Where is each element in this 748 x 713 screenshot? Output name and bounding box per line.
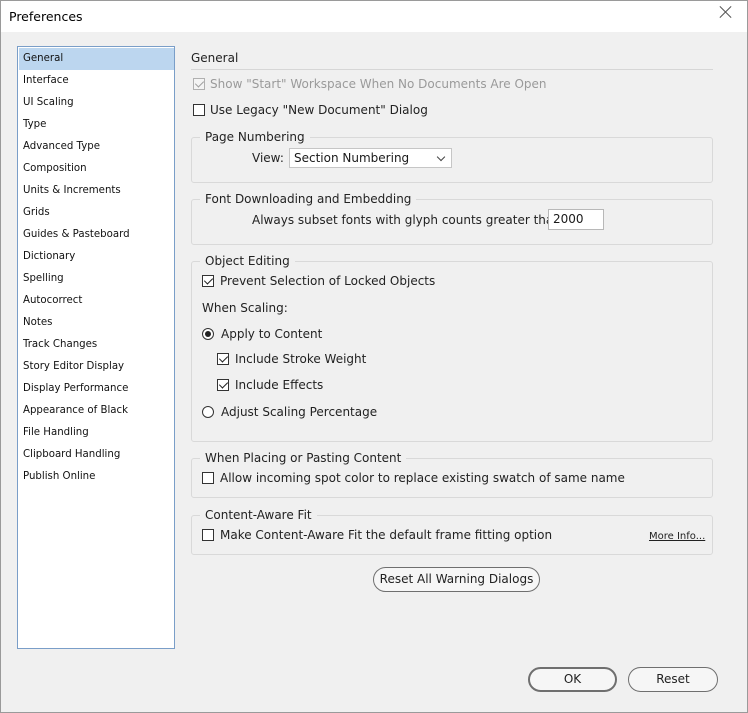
content-aware-default-checkbox[interactable]: [202, 529, 214, 541]
glyph-count-input[interactable]: 2000: [548, 209, 604, 230]
sidebar-item-general[interactable]: General: [19, 48, 174, 70]
content-aware-legend: Content-Aware Fit: [200, 508, 317, 522]
use-legacy-new-doc-label: Use Legacy "New Document" Dialog: [210, 103, 428, 117]
window-title: Preferences: [9, 9, 83, 24]
content-aware-default-label: Make Content-Aware Fit the default frame…: [220, 528, 553, 542]
title-bar: Preferences: [1, 1, 747, 32]
sidebar-item-interface[interactable]: Interface: [19, 70, 174, 92]
reset-button[interactable]: Reset: [628, 667, 718, 692]
apply-to-content-label: Apply to Content: [221, 327, 323, 341]
sidebar-item-track-changes[interactable]: Track Changes: [19, 334, 174, 356]
prevent-locked-label: Prevent Selection of Locked Objects: [220, 274, 436, 288]
preferences-dialog: Preferences General Interface UI Scaling…: [0, 0, 748, 713]
spot-color-label: Allow incoming spot color to replace exi…: [220, 471, 625, 485]
close-icon[interactable]: [719, 5, 733, 19]
view-select[interactable]: Section Numbering: [289, 148, 452, 168]
include-effects-checkbox[interactable]: [217, 379, 229, 391]
view-select-value: Section Numbering: [294, 151, 410, 165]
subset-fonts-label: Always subset fonts with glyph counts gr…: [252, 213, 565, 227]
sidebar-item-display-performance[interactable]: Display Performance: [19, 378, 174, 400]
sidebar-item-dictionary[interactable]: Dictionary: [19, 246, 174, 268]
sidebar-item-grids[interactable]: Grids: [19, 202, 174, 224]
placing-legend: When Placing or Pasting Content: [200, 451, 407, 465]
sidebar-item-units-increments[interactable]: Units & Increments: [19, 180, 174, 202]
reset-warning-dialogs-button[interactable]: Reset All Warning Dialogs: [373, 567, 540, 592]
sidebar-item-spelling[interactable]: Spelling: [19, 268, 174, 290]
view-label: View:: [252, 151, 284, 165]
prevent-locked-checkbox[interactable]: [202, 275, 214, 287]
font-downloading-legend: Font Downloading and Embedding: [200, 192, 417, 206]
sidebar-item-type[interactable]: Type: [19, 114, 174, 136]
sidebar-item-guides-pasteboard[interactable]: Guides & Pasteboard: [19, 224, 174, 246]
spot-color-checkbox[interactable]: [202, 472, 214, 484]
object-editing-legend: Object Editing: [200, 254, 295, 268]
sidebar-item-advanced-type[interactable]: Advanced Type: [19, 136, 174, 158]
more-info-link[interactable]: More Info...: [649, 531, 705, 542]
show-start-workspace-label: Show "Start" Workspace When No Documents…: [210, 77, 547, 91]
include-stroke-label: Include Stroke Weight: [235, 352, 367, 366]
sidebar-item-composition[interactable]: Composition: [19, 158, 174, 180]
sidebar-item-notes[interactable]: Notes: [19, 312, 174, 334]
page-numbering-legend: Page Numbering: [200, 130, 310, 144]
sidebar-item-story-editor-display[interactable]: Story Editor Display: [19, 356, 174, 378]
sidebar-item-ui-scaling[interactable]: UI Scaling: [19, 92, 174, 114]
apply-to-content-radio[interactable]: [202, 328, 214, 340]
section-divider: [191, 69, 713, 70]
include-stroke-checkbox[interactable]: [217, 353, 229, 365]
sidebar-item-clipboard-handling[interactable]: Clipboard Handling: [19, 444, 174, 466]
show-start-workspace-checkbox[interactable]: [193, 78, 205, 90]
include-effects-label: Include Effects: [235, 378, 324, 392]
sidebar-item-publish-online[interactable]: Publish Online: [19, 466, 174, 488]
sidebar-item-appearance-of-black[interactable]: Appearance of Black: [19, 400, 174, 422]
section-title: General: [191, 51, 239, 65]
use-legacy-new-doc-checkbox[interactable]: [193, 104, 205, 116]
sidebar-item-file-handling[interactable]: File Handling: [19, 422, 174, 444]
chevron-down-icon: [436, 152, 446, 162]
adjust-scaling-label: Adjust Scaling Percentage: [221, 405, 378, 419]
adjust-scaling-radio[interactable]: [202, 406, 214, 418]
category-list: General Interface UI Scaling Type Advanc…: [17, 46, 175, 649]
when-scaling-label: When Scaling:: [202, 301, 288, 315]
ok-button[interactable]: OK: [528, 667, 617, 692]
sidebar-item-autocorrect[interactable]: Autocorrect: [19, 290, 174, 312]
